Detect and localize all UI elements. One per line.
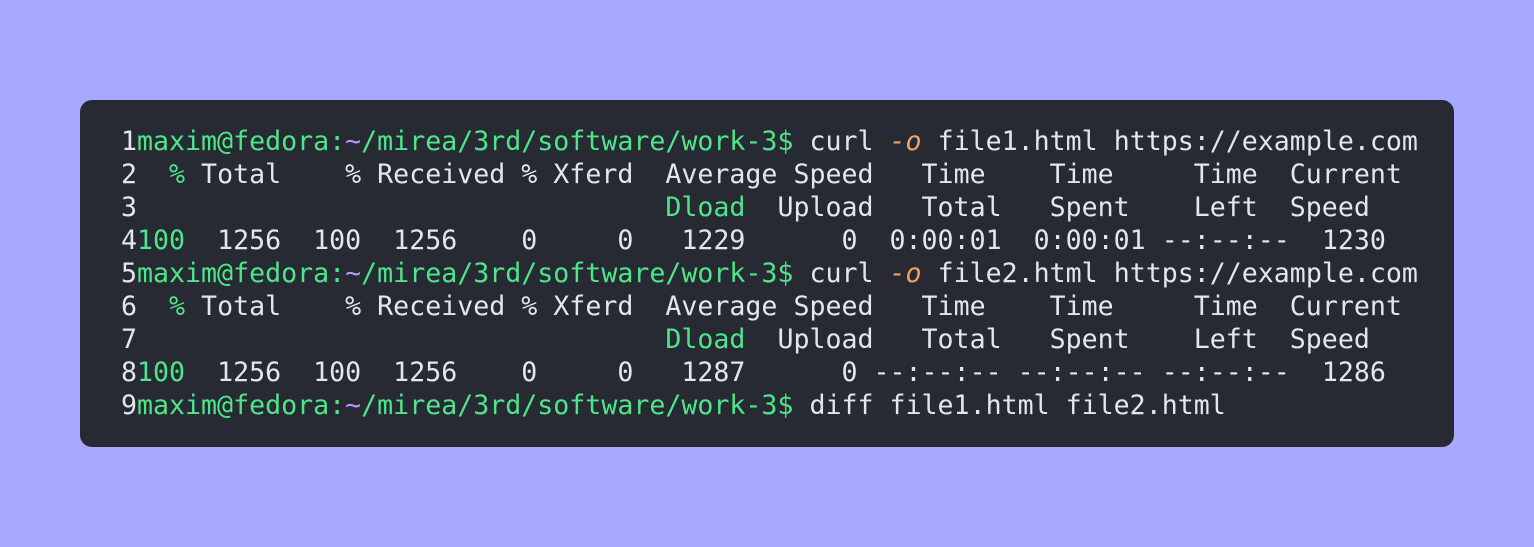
code-line-9: 9maxim@fedora:~/mirea/3rd/software/work-… [80, 389, 1418, 422]
command-args: file1.html https://example.com [921, 126, 1418, 157]
output-indent [137, 192, 665, 223]
line-content: maxim@fedora:~/mirea/3rd/software/work-3… [137, 389, 1226, 422]
output-header: Upload Total Spent Left Speed [745, 324, 1370, 355]
line-number: 3 [120, 192, 137, 223]
code-line-2: 2 % Total % Received % Xferd Average Spe… [80, 158, 1418, 191]
output-percent-value: 100 [137, 225, 186, 256]
line-content: % Total % Received % Xferd Average Speed… [137, 158, 1402, 191]
code-line-8: 8100 1256 100 1256 0 0 1287 0 --:--:-- -… [80, 356, 1418, 389]
output-percent-value: 100 [137, 357, 186, 388]
line-number: 7 [120, 324, 137, 355]
line-content: 100 1256 100 1256 0 0 1229 0 0:00:01 0:0… [137, 224, 1386, 257]
line-number: 5 [120, 258, 137, 289]
prompt-path: /mirea/3rd/software/work-3$ [361, 258, 794, 289]
command-flag: -o [889, 126, 922, 157]
code-line-3: 3 Dload Upload Total Spent Left Speed [80, 191, 1418, 224]
output-stats: 1256 100 1256 0 0 1229 0 0:00:01 0:00:01… [185, 225, 1386, 256]
output-indent [137, 291, 169, 322]
prompt-user-host: maxim@fedora: [137, 390, 346, 421]
output-header: Upload Total Spent Left Speed [745, 192, 1370, 223]
output-indent [137, 159, 169, 190]
code-line-7: 7 Dload Upload Total Spent Left Speed [80, 323, 1418, 356]
command-text: diff file1.html file2.html [793, 390, 1226, 421]
command-flag: -o [889, 258, 922, 289]
terminal-window: 1maxim@fedora:~/mirea/3rd/software/work-… [80, 100, 1454, 447]
line-content: 100 1256 100 1256 0 0 1287 0 --:--:-- --… [137, 356, 1386, 389]
command-text: curl [793, 258, 890, 289]
output-dload-header: Dload [665, 324, 746, 355]
line-number: 2 [120, 159, 137, 190]
command-args: file2.html https://example.com [921, 258, 1418, 289]
line-number: 9 [120, 390, 137, 421]
line-number: 6 [120, 291, 137, 322]
line-content: Dload Upload Total Spent Left Speed [137, 191, 1370, 224]
output-stats: 1256 100 1256 0 0 1287 0 --:--:-- --:--:… [185, 357, 1386, 388]
line-content: % Total % Received % Xferd Average Speed… [137, 290, 1402, 323]
prompt-home-tilde: ~ [345, 258, 362, 289]
output-header: Total % Received % Xferd Average Speed T… [185, 159, 1402, 190]
code-block: 1maxim@fedora:~/mirea/3rd/software/work-… [80, 125, 1418, 422]
output-percent-header: % [169, 291, 186, 322]
prompt-home-tilde: ~ [345, 390, 362, 421]
prompt-home-tilde: ~ [345, 126, 362, 157]
prompt-path: /mirea/3rd/software/work-3$ [361, 126, 794, 157]
code-line-6: 6 % Total % Received % Xferd Average Spe… [80, 290, 1418, 323]
line-content: Dload Upload Total Spent Left Speed [137, 323, 1370, 356]
command-text: curl [793, 126, 890, 157]
output-percent-header: % [169, 159, 186, 190]
prompt-user-host: maxim@fedora: [137, 258, 346, 289]
code-line-1: 1maxim@fedora:~/mirea/3rd/software/work-… [80, 125, 1418, 158]
line-number: 1 [120, 126, 137, 157]
code-line-5: 5maxim@fedora:~/mirea/3rd/software/work-… [80, 257, 1418, 290]
output-header: Total % Received % Xferd Average Speed T… [185, 291, 1402, 322]
prompt-path: /mirea/3rd/software/work-3$ [361, 390, 794, 421]
code-line-4: 4100 1256 100 1256 0 0 1229 0 0:00:01 0:… [80, 224, 1418, 257]
output-indent [137, 324, 665, 355]
prompt-user-host: maxim@fedora: [137, 126, 346, 157]
line-number: 8 [120, 357, 137, 388]
line-number: 4 [120, 225, 137, 256]
line-content: maxim@fedora:~/mirea/3rd/software/work-3… [137, 257, 1418, 290]
output-dload-header: Dload [665, 192, 746, 223]
line-content: maxim@fedora:~/mirea/3rd/software/work-3… [137, 125, 1418, 158]
